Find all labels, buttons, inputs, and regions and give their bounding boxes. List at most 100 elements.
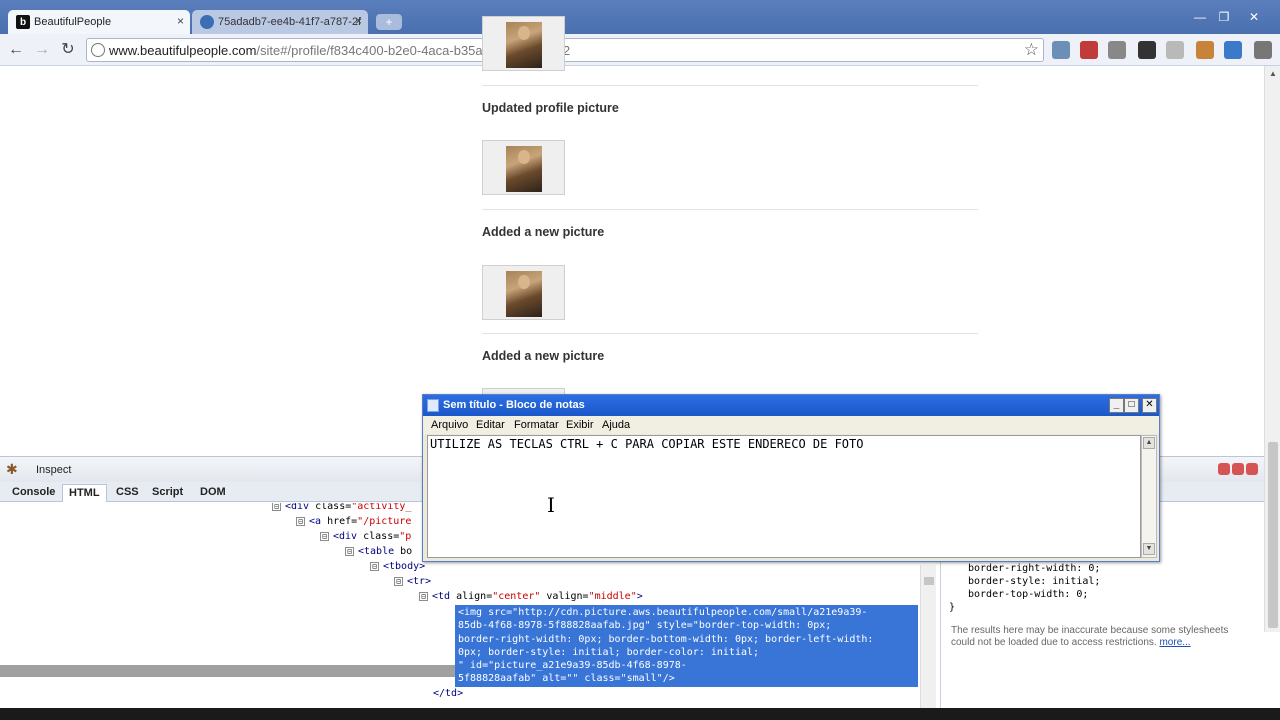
- divider: [482, 85, 978, 86]
- tab-css[interactable]: CSS: [110, 484, 145, 502]
- selected-line: " id="picture_a21e9a39-85db-4f68-8978-: [458, 660, 687, 672]
- tree-node[interactable]: ⊟ <table bo: [345, 545, 412, 559]
- extension-search-icon[interactable]: [1052, 41, 1070, 59]
- notepad-maximize-button[interactable]: □: [1124, 398, 1139, 413]
- style-rule[interactable]: border-top-width: 0;: [968, 589, 1088, 600]
- tree-node[interactable]: ⊟ <div class="p: [320, 530, 411, 544]
- menu-editar[interactable]: Editar: [476, 419, 505, 431]
- tab-close-icon[interactable]: ×: [177, 14, 184, 28]
- divider: [482, 209, 978, 210]
- collapse-icon[interactable]: ⊟: [272, 503, 281, 511]
- scrollbar-thumb[interactable]: [1268, 442, 1278, 628]
- tree-node[interactable]: ⊟ <tr>: [394, 575, 431, 589]
- selected-line: <img src="http://cdn.picture.aws.beautif…: [458, 607, 868, 618]
- selected-line: 85db-4f68-8978-5f88828aafab.jpg" style="…: [458, 620, 832, 632]
- extension-puzzle-icon[interactable]: [1166, 41, 1184, 59]
- tab-console[interactable]: Console: [6, 484, 61, 502]
- firebug-detach-icon[interactable]: [1232, 463, 1244, 475]
- extension-page-icon[interactable]: [1224, 41, 1242, 59]
- notepad-scrollbar[interactable]: ▲ ▼: [1141, 435, 1157, 558]
- notepad-title: Sem título - Bloco de notas: [443, 399, 585, 411]
- tab-picture-url[interactable]: 75adadb7-ee4b-41f7-a787-2f ×: [192, 10, 368, 34]
- picture-thumbnail[interactable]: [482, 140, 565, 195]
- notepad-window: Sem título - Bloco de notas _ □ ✕ Arquiv…: [422, 394, 1160, 562]
- divider: [482, 333, 978, 334]
- menu-arquivo[interactable]: Arquivo: [431, 419, 468, 431]
- page-scrollbar[interactable]: ▲: [1264, 66, 1280, 632]
- tab-beautifulpeople[interactable]: b BeautifulPeople ×: [8, 10, 190, 34]
- tree-node[interactable]: ⊟ <tbody>: [370, 560, 425, 574]
- picture-thumbnail[interactable]: [482, 16, 565, 71]
- new-tab-button[interactable]: +: [376, 14, 402, 30]
- tree-node[interactable]: ⊟ <div class="activity_: [272, 503, 411, 514]
- notepad-text-area[interactable]: UTILIZE AS TECLAS CTRL + C PARA COPIAR E…: [427, 435, 1141, 558]
- stylesheet-warning: The results here may be inaccurate becau…: [951, 625, 1251, 649]
- menu-exibir[interactable]: Exibir: [566, 419, 594, 431]
- selected-line: 0px; border-style: initial; border-color…: [458, 646, 760, 658]
- firebug-bug-icon[interactable]: ✱: [6, 461, 24, 477]
- tab-script[interactable]: Script: [146, 484, 189, 502]
- collapse-icon[interactable]: ⊟: [320, 531, 329, 541]
- notepad-icon: [427, 399, 439, 412]
- collapse-icon[interactable]: ⊟: [394, 576, 403, 586]
- collapse-icon[interactable]: ⊟: [370, 561, 379, 571]
- style-brace: }: [949, 602, 956, 613]
- scroll-up-icon[interactable]: ▲: [1143, 437, 1155, 449]
- extension-arrows-icon[interactable]: [1080, 41, 1098, 59]
- forward-button[interactable]: →: [32, 40, 52, 60]
- collapse-icon[interactable]: ⊟: [419, 591, 428, 601]
- url-host: www.beautifulpeople.com: [109, 42, 257, 58]
- menu-ajuda[interactable]: Ajuda: [602, 419, 630, 431]
- tab-close-icon[interactable]: ×: [355, 14, 362, 28]
- extension-counter-icon[interactable]: [1138, 41, 1156, 59]
- more-link[interactable]: more...: [1159, 637, 1190, 648]
- reload-button[interactable]: ↻: [58, 40, 78, 60]
- close-window-icon[interactable]: ✕: [1244, 10, 1264, 24]
- browser-toolbar: ← → ↻ www.beautifulpeople.com/site#/prof…: [0, 34, 1280, 66]
- bookmark-star-icon[interactable]: ☆: [1024, 40, 1039, 60]
- maximize-window-icon[interactable]: ❐: [1214, 10, 1234, 24]
- firebug-minimize-icon[interactable]: [1218, 463, 1230, 475]
- inspect-button[interactable]: Inspect: [36, 464, 71, 476]
- tree-node[interactable]: ⊟ <a href="/picture: [296, 515, 411, 529]
- selected-img-node[interactable]: <img src="http://cdn.picture.aws.beautif…: [455, 605, 918, 687]
- address-bar[interactable]: www.beautifulpeople.com/site#/profile/f8…: [86, 38, 1044, 62]
- scroll-down-icon[interactable]: ▼: [1143, 543, 1155, 555]
- beautifulpeople-favicon-icon: b: [16, 15, 30, 29]
- notepad-title-bar[interactable]: Sem título - Bloco de notas _ □ ✕: [423, 395, 1159, 416]
- scrollbar-thumb[interactable]: [924, 577, 934, 585]
- html-pane-scrollbar[interactable]: [920, 565, 936, 709]
- back-button[interactable]: ←: [6, 40, 26, 60]
- text-cursor-icon: I: [547, 493, 555, 517]
- status-bar: [0, 708, 1280, 720]
- extension-zoom-icon[interactable]: [1108, 41, 1126, 59]
- tab-dom[interactable]: DOM: [194, 484, 232, 502]
- globe-icon: [91, 43, 105, 57]
- notepad-close-button[interactable]: ✕: [1142, 398, 1157, 413]
- menu-formatar[interactable]: Formatar: [514, 419, 559, 431]
- firebug-extension-icon[interactable]: [1196, 41, 1214, 59]
- tab-strip: b BeautifulPeople × 75adadb7-ee4b-41f7-a…: [0, 0, 1280, 34]
- collapse-icon[interactable]: ⊟: [345, 546, 354, 556]
- selected-line: border-right-width: 0px; border-bottom-w…: [458, 633, 874, 645]
- notepad-minimize-button[interactable]: _: [1109, 398, 1124, 413]
- wrench-icon[interactable]: [1254, 41, 1272, 59]
- scroll-up-icon[interactable]: ▲: [1267, 68, 1279, 80]
- notepad-menu-bar: Arquivo Editar Formatar Exibir Ajuda: [423, 416, 1159, 434]
- selected-line: 5f88828aafab" alt="" class="small"/>: [458, 673, 675, 685]
- style-rule[interactable]: border-style: initial;: [968, 576, 1100, 587]
- tab-title: 75adadb7-ee4b-41f7-a787-2f: [218, 16, 362, 28]
- td-close-tag[interactable]: </td>: [433, 687, 463, 701]
- tab-html[interactable]: HTML: [62, 484, 107, 502]
- collapse-icon[interactable]: ⊟: [296, 516, 305, 526]
- tree-node[interactable]: ⊟ <td align="center" valign="middle">: [419, 590, 643, 604]
- activity-title: Added a new picture: [482, 225, 605, 239]
- activity-title: Updated profile picture: [482, 101, 619, 115]
- minimize-window-icon[interactable]: —: [1190, 10, 1210, 24]
- activity-title: Added a new picture: [482, 349, 605, 363]
- globe-favicon-icon: [200, 15, 214, 29]
- firebug-close-icon[interactable]: [1246, 463, 1258, 475]
- style-rule[interactable]: border-right-width: 0;: [968, 563, 1100, 574]
- picture-thumbnail[interactable]: [482, 265, 565, 320]
- tab-title: BeautifulPeople: [34, 16, 112, 28]
